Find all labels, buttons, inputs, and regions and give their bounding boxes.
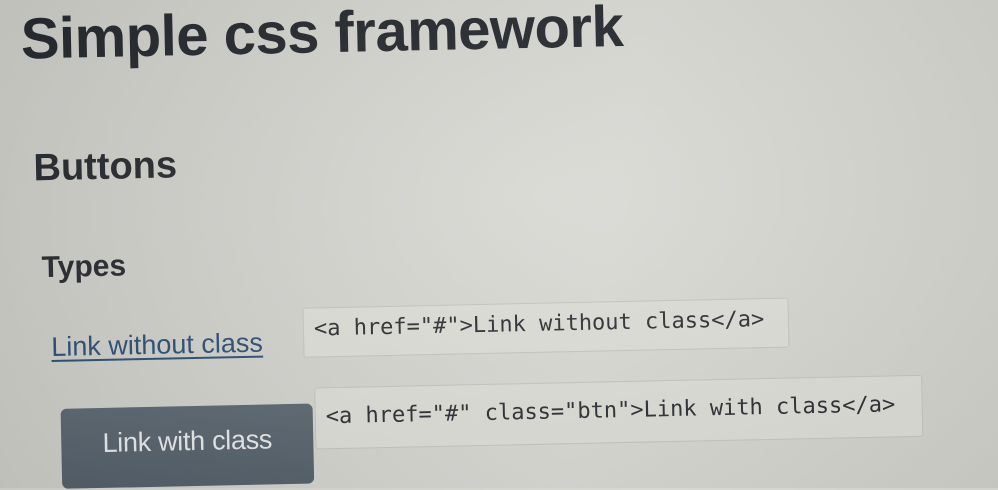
link-with-class-button[interactable]: Link with class <box>60 403 315 489</box>
code-sample-link-with-class: <a href="#" class="btn">Link with class<… <box>314 374 924 450</box>
link-without-class[interactable]: Link without class <box>51 328 263 363</box>
page: Simple css framework Buttons Types Link … <box>0 0 998 489</box>
subsection-heading-types: Types <box>41 249 127 285</box>
code-sample-link-without-class: <a href="#">Link without class</a> <box>302 297 790 358</box>
section-heading-buttons: Buttons <box>33 144 178 190</box>
page-title: Simple css framework <box>20 0 624 72</box>
